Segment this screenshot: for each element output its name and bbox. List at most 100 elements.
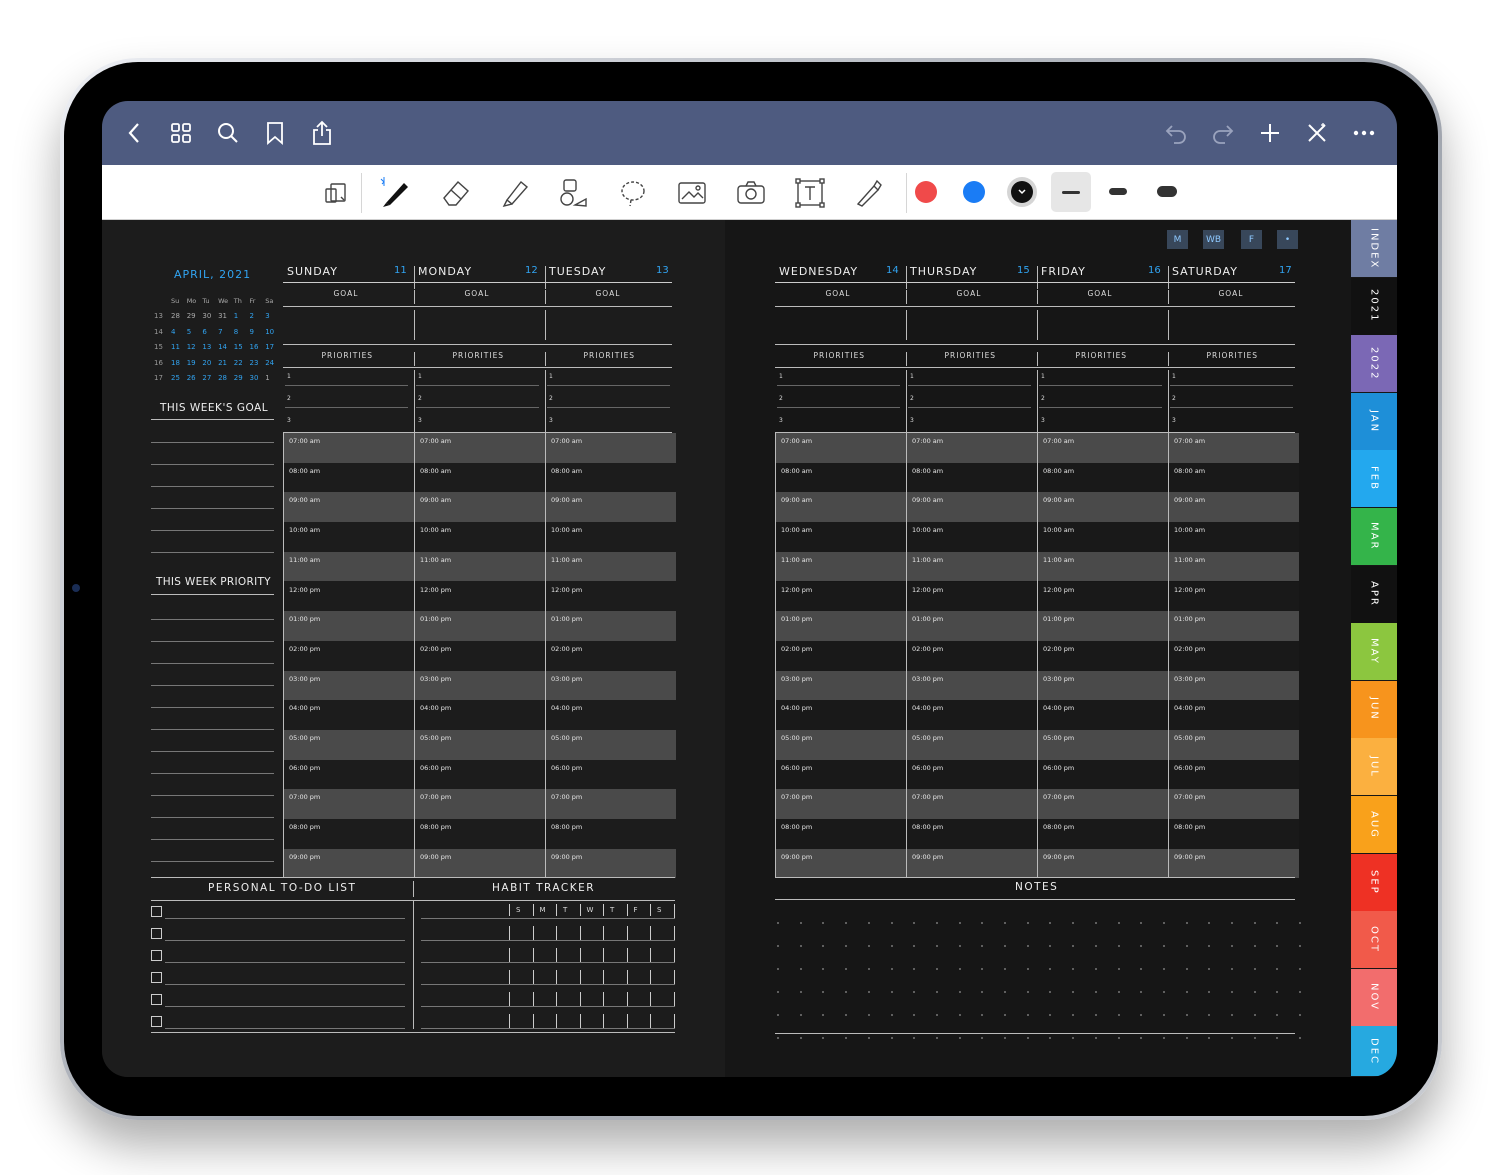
day-name: FRIDAY bbox=[1041, 265, 1086, 278]
notes-dot bbox=[1004, 968, 1006, 970]
search-icon[interactable] bbox=[216, 121, 240, 145]
pen-icon[interactable] bbox=[380, 177, 412, 209]
tab-may[interactable]: MAY bbox=[1351, 623, 1397, 681]
shapes-icon[interactable] bbox=[558, 177, 590, 209]
mini-cal-day: 3 bbox=[265, 312, 270, 320]
column-divider bbox=[906, 370, 907, 440]
tab-oct[interactable]: OCT bbox=[1351, 911, 1397, 969]
todo-checkbox[interactable] bbox=[151, 928, 162, 939]
todo-checkbox[interactable] bbox=[151, 906, 162, 917]
time-label: 01:00 pm bbox=[1174, 615, 1206, 624]
camera-icon[interactable] bbox=[735, 177, 767, 209]
tab-aug[interactable]: AUG bbox=[1351, 796, 1397, 853]
nav-button-2[interactable]: WB bbox=[1203, 230, 1224, 249]
highlighter-icon[interactable] bbox=[499, 177, 531, 209]
mini-cal-day: 19 bbox=[186, 358, 196, 367]
rule-line bbox=[908, 385, 1031, 386]
lasso-icon[interactable] bbox=[617, 177, 649, 209]
color-red-swatch[interactable] bbox=[915, 181, 937, 203]
time-label: 09:00 pm bbox=[1043, 852, 1075, 861]
tab-nov[interactable]: NOV bbox=[1351, 968, 1397, 1026]
rule-line bbox=[165, 940, 405, 941]
notes-dot bbox=[799, 968, 802, 970]
text-icon[interactable] bbox=[794, 177, 826, 209]
todo-checkbox[interactable] bbox=[151, 1016, 162, 1027]
time-label: 12:00 pm bbox=[1174, 585, 1206, 594]
mini-cal-weekday: Mo bbox=[186, 297, 197, 305]
column-divider bbox=[906, 310, 907, 340]
todo-checkbox[interactable] bbox=[151, 950, 162, 961]
laser-pointer-icon[interactable] bbox=[853, 177, 885, 209]
tab-2022[interactable]: 2022 bbox=[1351, 335, 1397, 393]
day-name: WEDNESDAY bbox=[779, 265, 859, 278]
column-divider bbox=[532, 904, 534, 916]
column-divider bbox=[1037, 433, 1038, 878]
mini-cal-day: 24 bbox=[265, 358, 275, 367]
tab-index[interactable]: INDEX bbox=[1351, 220, 1397, 277]
read-mode-icon[interactable] bbox=[320, 177, 352, 209]
rule-line bbox=[151, 1032, 675, 1033]
add-icon[interactable] bbox=[1258, 121, 1282, 145]
tab-sep[interactable]: SEP bbox=[1351, 853, 1397, 911]
column-divider bbox=[545, 290, 546, 304]
column-divider bbox=[1168, 352, 1169, 366]
time-label: 11:00 am bbox=[912, 555, 944, 564]
tab-jan[interactable]: JAN bbox=[1351, 392, 1397, 450]
priorities-label: PRIORITIES bbox=[1206, 351, 1259, 360]
todo-checkbox[interactable] bbox=[151, 972, 162, 983]
time-label: 09:00 am bbox=[781, 496, 813, 505]
more-icon[interactable] bbox=[1352, 121, 1376, 145]
time-label: 09:00 am bbox=[1043, 496, 1075, 505]
tab-2021[interactable]: 2021 bbox=[1351, 277, 1397, 335]
time-label: 09:00 am bbox=[289, 496, 321, 505]
stroke-medium-button[interactable] bbox=[1109, 188, 1127, 195]
time-label: 01:00 pm bbox=[551, 615, 583, 624]
nav-button-3[interactable]: F bbox=[1241, 230, 1262, 249]
rule-line bbox=[151, 773, 274, 774]
share-icon[interactable] bbox=[310, 120, 334, 145]
color-black-swatch-selected[interactable] bbox=[1007, 177, 1037, 207]
time-label: 01:00 pm bbox=[289, 615, 321, 624]
tab-dec[interactable]: DEC bbox=[1351, 1026, 1397, 1077]
stroke-thick-button[interactable] bbox=[1157, 186, 1177, 197]
redo-icon[interactable] bbox=[1211, 121, 1235, 145]
day-name: SUNDAY bbox=[287, 265, 338, 278]
column-divider bbox=[906, 352, 907, 366]
mini-cal-weekday: Tu bbox=[202, 297, 210, 305]
mini-cal-day: 26 bbox=[186, 374, 196, 383]
tab-mar[interactable]: MAR bbox=[1351, 508, 1397, 565]
close-magic-icon[interactable] bbox=[1305, 121, 1329, 145]
nav-button-1[interactable]: M bbox=[1167, 230, 1188, 249]
rule-line bbox=[151, 619, 274, 620]
eraser-icon[interactable] bbox=[440, 177, 472, 209]
notes-dot bbox=[1004, 945, 1006, 947]
tab-feb[interactable]: FEB bbox=[1351, 450, 1397, 508]
column-divider bbox=[579, 1014, 581, 1028]
notes-dot bbox=[958, 1037, 961, 1039]
habit-day-label: F bbox=[633, 906, 638, 914]
tab-jul[interactable]: JUL bbox=[1351, 738, 1397, 796]
tab-apr[interactable]: APR bbox=[1351, 565, 1397, 623]
notes-dot bbox=[1162, 1014, 1165, 1016]
column-divider bbox=[626, 926, 628, 940]
time-label: 07:00 am bbox=[781, 437, 813, 445]
todo-checkbox[interactable] bbox=[151, 994, 162, 1005]
mini-cal-day: 6 bbox=[202, 327, 207, 336]
bookmark-icon[interactable] bbox=[263, 121, 287, 145]
tab-jun[interactable]: JUN bbox=[1351, 680, 1397, 738]
nav-button-4[interactable]: • bbox=[1277, 230, 1298, 249]
column-divider bbox=[509, 970, 510, 984]
rule-line bbox=[416, 407, 539, 408]
column-divider bbox=[674, 1014, 675, 1028]
notes-dot bbox=[1094, 1037, 1097, 1039]
image-icon[interactable] bbox=[676, 177, 708, 209]
undo-icon[interactable] bbox=[1164, 121, 1188, 145]
time-label: 11:00 am bbox=[781, 555, 813, 564]
notes-dot bbox=[958, 922, 961, 924]
stroke-thin-button[interactable] bbox=[1051, 172, 1091, 212]
color-blue-swatch[interactable] bbox=[963, 181, 985, 203]
grid-icon[interactable] bbox=[169, 121, 193, 145]
notes-dot bbox=[890, 1014, 893, 1016]
rule-line bbox=[151, 508, 274, 509]
back-icon[interactable] bbox=[122, 121, 146, 145]
